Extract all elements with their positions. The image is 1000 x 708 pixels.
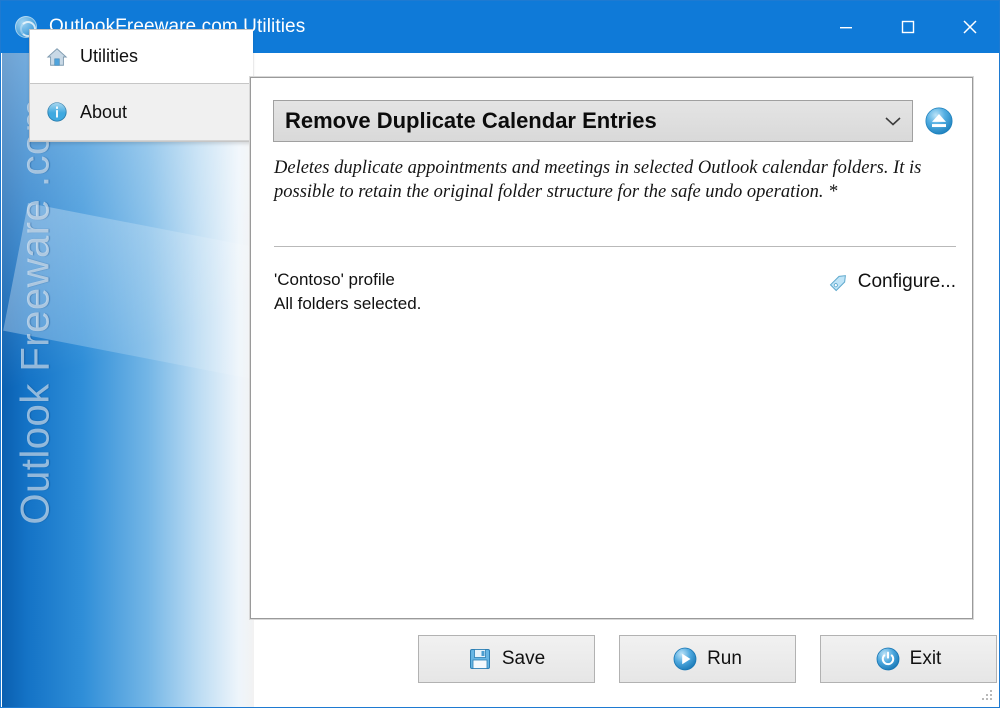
profile-name: 'Contoso' profile [274, 270, 395, 289]
configure-label: Configure... [857, 271, 956, 292]
info-icon [47, 102, 67, 122]
utility-select[interactable]: Remove Duplicate Calendar Entries [273, 100, 913, 142]
power-icon [876, 647, 900, 671]
exit-button[interactable]: Exit [820, 635, 997, 683]
resize-grip-icon[interactable] [980, 688, 994, 702]
application-window: OutlookFreeware.com Utilities Outlook Fr… [0, 0, 1000, 708]
save-button[interactable]: Save [418, 635, 595, 683]
close-button[interactable] [939, 1, 999, 53]
maximize-icon [901, 20, 915, 34]
eject-button[interactable] [925, 107, 953, 135]
home-icon [46, 47, 68, 66]
sidebar-item-about-label: About [80, 101, 128, 122]
utility-select-value: Remove Duplicate Calendar Entries [285, 108, 657, 133]
button-bar: Save Run Exit [1, 635, 999, 683]
selection-summary: 'Contoso' profile All folders selected. [274, 268, 421, 316]
play-icon [673, 647, 697, 671]
sidebar-item-utilities[interactable]: Utilities [30, 30, 253, 84]
tab-strip: Utilities About [29, 29, 253, 142]
exit-button-label: Exit [909, 648, 942, 669]
run-button[interactable]: Run [619, 635, 796, 683]
floppy-disk-icon [469, 649, 490, 669]
chevron-down-icon [885, 117, 901, 126]
tag-icon [829, 275, 846, 292]
maximize-button[interactable] [877, 1, 939, 53]
sidebar-fold-decoration [3, 203, 254, 396]
folders-status: All folders selected. [274, 294, 422, 313]
configure-link[interactable]: Configure... [827, 270, 956, 294]
minimize-button[interactable] [815, 1, 877, 53]
content-panel: Remove Duplicate Calendar Entries Delete… [250, 77, 973, 619]
window-controls [815, 1, 999, 53]
section-divider [274, 246, 956, 247]
utility-selector-row: Remove Duplicate Calendar Entries [273, 100, 953, 142]
run-button-label: Run [707, 648, 742, 669]
utility-description: Deletes duplicate appointments and meeti… [274, 158, 922, 202]
sidebar-highlight [2, 53, 254, 707]
close-icon [963, 20, 977, 34]
sidebar: Outlook Freeware .com [2, 53, 254, 707]
minimize-icon [840, 27, 852, 29]
save-button-label: Save [501, 648, 546, 669]
selection-summary-row: 'Contoso' profile All folders selected. … [274, 268, 956, 316]
sidebar-item-utilities-label: Utilities [80, 46, 139, 66]
sidebar-item-about[interactable]: About [30, 84, 253, 141]
